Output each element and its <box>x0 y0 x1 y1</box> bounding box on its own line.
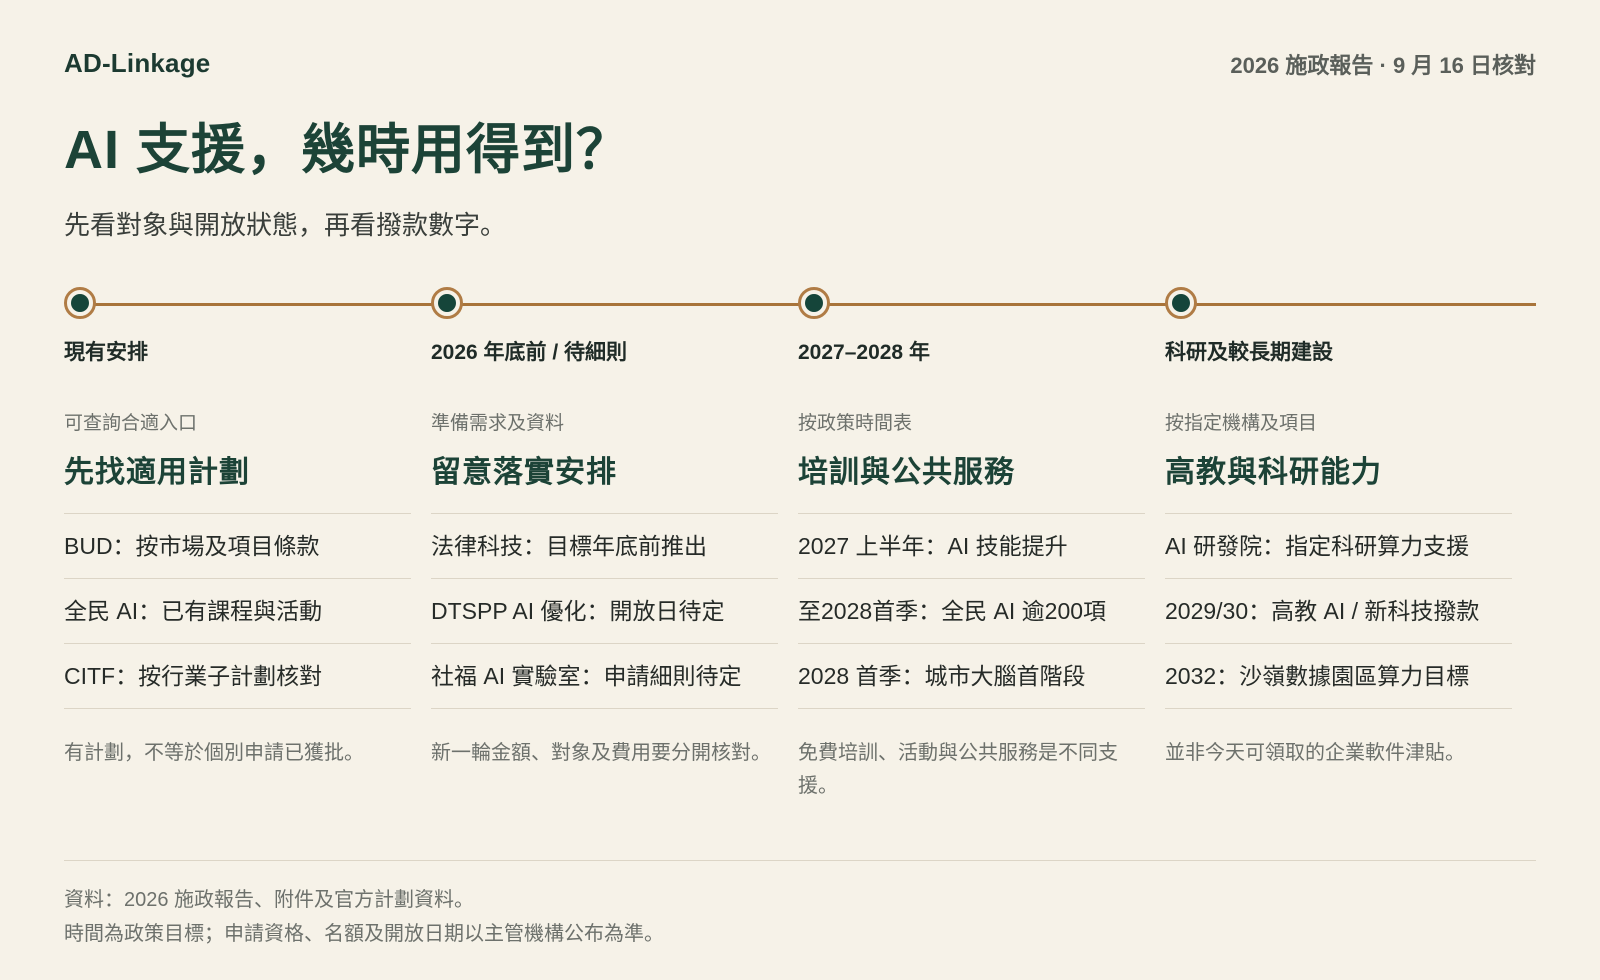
brand-logo: AD-Linkage <box>64 48 211 78</box>
list-item: 2032：沙嶺數據園區算力目標 <box>1165 644 1512 709</box>
list-item: BUD：按市場及項目條款 <box>64 514 411 579</box>
timeline-dot-icon <box>431 287 463 319</box>
phase-item-list: 法律科技：目標年底前推出 DTSPP AI 優化：開放日待定 社福 AI 實驗室… <box>431 513 778 709</box>
phase-item-list: AI 研發院：指定科研算力支援 2029/30：高教 AI / 新科技撥款 20… <box>1165 513 1512 709</box>
list-item: 2029/30：高教 AI / 新科技撥款 <box>1165 579 1512 644</box>
timeline-dot-icon <box>1165 287 1197 319</box>
phase-label: 現有安排 <box>64 341 148 364</box>
phase-caption: 按指定機構及項目 <box>1165 413 1318 434</box>
phase-label: 科研及較長期建設 <box>1165 341 1333 364</box>
phase-column-2027-2028: 2027–2028 年 按政策時間表 培訓與公共服務 2027 上半年：AI 技… <box>798 330 1145 803</box>
list-item: 2028 首季：城市大腦首階段 <box>798 644 1145 709</box>
phase-note: 新一輪金額、對象及費用要分開核對。 <box>431 742 771 764</box>
list-item: 全民 AI：已有課程與活動 <box>64 579 411 644</box>
footer: 資料：2026 施政報告、附件及官方計劃資料。 時間為政策目標；申請資格、名額及… <box>64 860 1536 951</box>
phase-title: 先找適用計劃 <box>64 456 250 489</box>
phase-column-long-term: 科研及較長期建設 按指定機構及項目 高教與科研能力 AI 研發院：指定科研算力支… <box>1165 330 1512 770</box>
source-note: 資料：2026 施政報告、附件及官方計劃資料。 <box>64 889 475 911</box>
timeline-dot-icon <box>64 287 96 319</box>
phase-label: 2026 年底前 / 待細則 <box>431 341 628 364</box>
page-subtitle: 先看對象與開放狀態，再看撥款數字。 <box>64 210 507 240</box>
page: AD-Linkage 2026 施政報告 · 9 月 16 日核對 AI 支援，… <box>64 0 1536 980</box>
page-title: AI 支援，幾時用得到？ <box>64 120 632 180</box>
phase-caption: 按政策時間表 <box>798 413 913 434</box>
list-item: CITF：按行業子計劃核對 <box>64 644 411 709</box>
list-item: 2027 上半年：AI 技能提升 <box>798 514 1145 579</box>
list-item: 社福 AI 實驗室：申請細則待定 <box>431 644 778 709</box>
phase-title: 留意落實安排 <box>431 456 617 489</box>
phase-note: 並非今天可領取的企業軟件津貼。 <box>1165 742 1465 764</box>
timeline-dot-icon <box>798 287 830 319</box>
phase-note: 免費培訓、活動與公共服務是不同支援。 <box>798 742 1118 797</box>
list-item: DTSPP AI 優化：開放日待定 <box>431 579 778 644</box>
phase-caption: 準備需求及資料 <box>431 413 565 434</box>
list-item: 法律科技：目標年底前推出 <box>431 514 778 579</box>
phase-caption: 可查詢合適入口 <box>64 413 198 434</box>
phase-note: 有計劃，不等於個別申請已獲批。 <box>64 742 364 764</box>
report-meta: 2026 施政報告 · 9 月 16 日核對 <box>1230 53 1536 78</box>
phase-title: 高教與科研能力 <box>1165 456 1382 489</box>
list-item: AI 研發院：指定科研算力支援 <box>1165 514 1512 579</box>
phase-item-list: 2027 上半年：AI 技能提升 至2028首季：全民 AI 逾200項 202… <box>798 513 1145 709</box>
phase-label: 2027–2028 年 <box>798 341 930 364</box>
phase-title: 培訓與公共服務 <box>798 456 1015 489</box>
phase-column-2026: 2026 年底前 / 待細則 準備需求及資料 留意落實安排 法律科技：目標年底前… <box>431 330 778 770</box>
disclaimer-note: 時間為政策目標；申請資格、名額及開放日期以主管機構公布為準。 <box>64 923 664 945</box>
phase-item-list: BUD：按市場及項目條款 全民 AI：已有課程與活動 CITF：按行業子計劃核對 <box>64 513 411 709</box>
phase-column-current: 現有安排 可查詢合適入口 先找適用計劃 BUD：按市場及項目條款 全民 AI：已… <box>64 330 411 770</box>
list-item: 至2028首季：全民 AI 逾200項 <box>798 579 1145 644</box>
